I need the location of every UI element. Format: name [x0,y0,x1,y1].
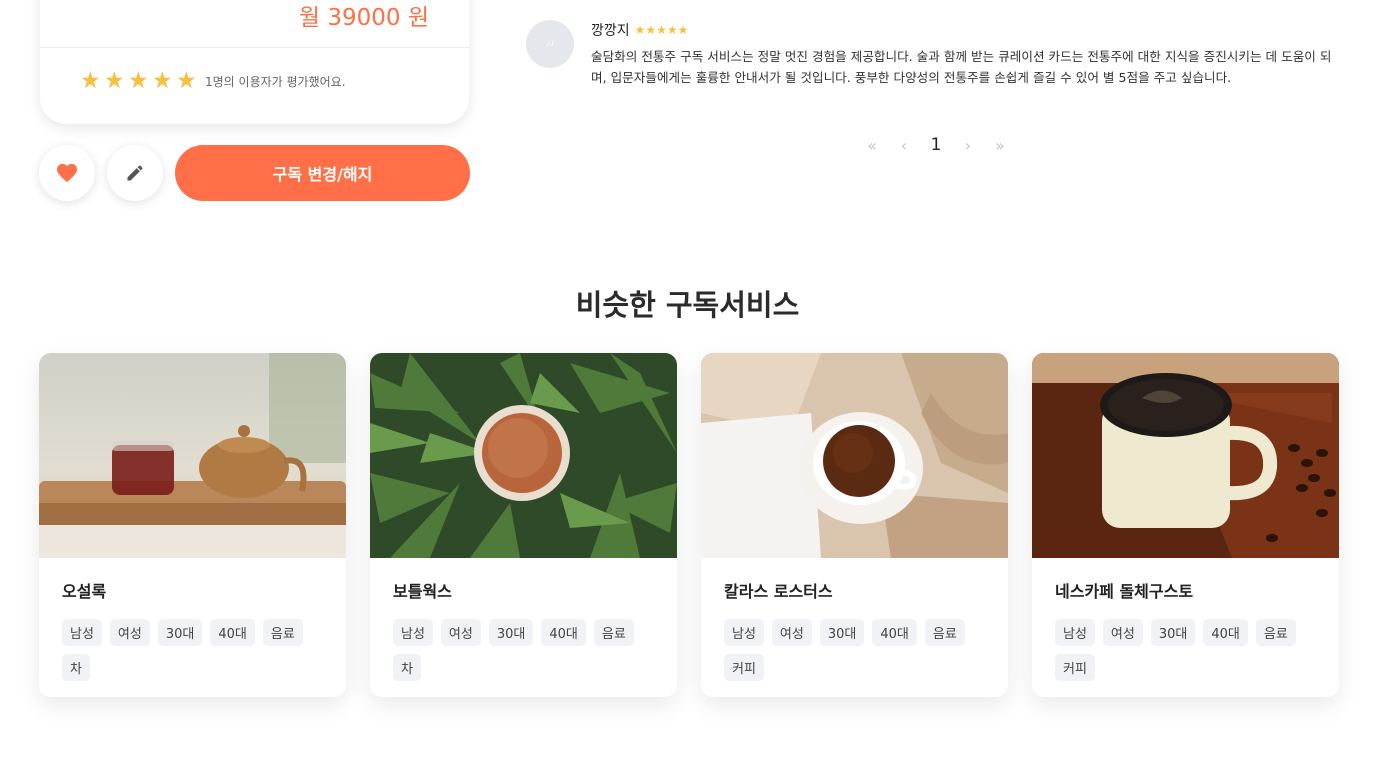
star-icon: ★ [152,68,173,94]
service-image [1032,353,1339,558]
tag: 남성 [62,619,102,646]
tag-list: 남성 여성 30대 40대 음료 차 [393,619,663,681]
last-page-button[interactable]: » [984,136,1016,155]
tag: 40대 [541,619,586,646]
tag: 여성 [109,619,150,646]
edit-button[interactable] [107,145,163,201]
service-name: 네스카페 돌체구스토 [1055,582,1194,601]
service-name: 보틀웍스 [393,582,452,601]
tag: 음료 [924,619,965,646]
divider [40,47,469,48]
service-info: 칼라스 로스터스 남성 여성 30대 40대 음료 커피 [701,558,1008,681]
pencil-icon [127,165,143,181]
product-summary-card: 월 39000 원 ★ ★ ★ ★ ★ 1명의 이용자가 평가했어요. [40,0,469,124]
section-title: 비슷한 구독서비스 [575,288,800,322]
avatar: ᴊᴊ [526,20,574,68]
rating-row: ★ ★ ★ ★ ★ 1명의 이용자가 평가했어요. [80,68,346,94]
star-icon: ★ [80,68,101,94]
tag: 30대 [819,619,865,646]
service-image [701,353,1008,558]
product-actions: 구독 변경/해지 [39,145,470,201]
pagination: « ‹ 1 › » [856,135,1016,155]
similar-services-list: 오설록 남성 여성 30대 40대 음료 차 보틀웍스 남성 여성 30대 40… [39,353,1339,697]
tag-list: 남성 여성 30대 40대 음료 커피 [724,619,994,681]
tag: 30대 [1150,619,1196,646]
tag: 여성 [440,619,481,646]
tag-list: 남성 여성 30대 40대 음료 차 [62,619,332,681]
tag: 여성 [1102,619,1143,646]
reviewer-line: 깡깡지 ★★★★★ [591,20,1341,40]
service-card[interactable]: 네스카페 돌체구스토 남성 여성 30대 40대 음료 커피 [1032,353,1339,697]
service-image [39,353,346,558]
tag: 남성 [1055,619,1095,646]
tag: 남성 [724,619,764,646]
prev-page-button[interactable]: ‹ [888,136,920,155]
next-page-button[interactable]: › [952,136,984,155]
tag: 40대 [872,619,917,646]
service-name: 칼라스 로스터스 [724,582,833,601]
tag: 남성 [393,619,433,646]
star-icon: ★ [176,68,197,94]
first-page-button[interactable]: « [856,136,888,155]
tag: 커피 [724,654,764,681]
service-card[interactable]: 보틀웍스 남성 여성 30대 40대 음료 차 [370,353,677,697]
tag: 여성 [771,619,812,646]
service-card[interactable]: 오설록 남성 여성 30대 40대 음료 차 [39,353,346,697]
service-image [370,353,677,558]
rating-count-text: 1명의 이용자가 평가했어요. [205,74,346,89]
rating-stars: ★ ★ ★ ★ ★ [80,68,198,94]
tag: 40대 [1203,619,1248,646]
tag: 30대 [157,619,203,646]
service-card[interactable]: 칼라스 로스터스 남성 여성 30대 40대 음료 커피 [701,353,1008,697]
star-icon: ★ [128,68,149,94]
tag: 음료 [262,619,303,646]
tag: 차 [393,654,421,681]
service-info: 보틀웍스 남성 여성 30대 40대 음료 차 [370,558,677,681]
review-text: 술담화의 전통주 구독 서비스는 정말 멋진 경험을 제공합니다. 술과 함께 … [591,49,1332,85]
page-number-current[interactable]: 1 [920,135,952,155]
review-body: 깡깡지 ★★★★★ 술담화의 전통주 구독 서비스는 정말 멋진 경험을 제공합… [591,20,1341,88]
page: 월 39000 원 ★ ★ ★ ★ ★ 1명의 이용자가 평가했어요. 구독 변… [0,0,1375,763]
tag: 40대 [210,619,255,646]
star-icon: ★ [104,68,125,94]
tag: 차 [62,654,90,681]
tag-list: 남성 여성 30대 40대 음료 커피 [1055,619,1325,681]
reviewer-name: 깡깡지 [591,23,630,39]
price-label: 월 39000 원 [298,5,429,31]
tag: 커피 [1055,654,1095,681]
service-info: 오설록 남성 여성 30대 40대 음료 차 [39,558,346,681]
tag: 30대 [488,619,534,646]
subscription-manage-button[interactable]: 구독 변경/해지 [175,145,470,201]
like-button[interactable] [39,145,95,201]
service-info: 네스카페 돌체구스토 남성 여성 30대 40대 음료 커피 [1032,558,1339,681]
tag: 음료 [1255,619,1296,646]
tag: 음료 [593,619,634,646]
review-stars: ★★★★★ [634,23,689,37]
heart-icon [57,163,77,183]
service-name: 오설록 [62,582,107,601]
